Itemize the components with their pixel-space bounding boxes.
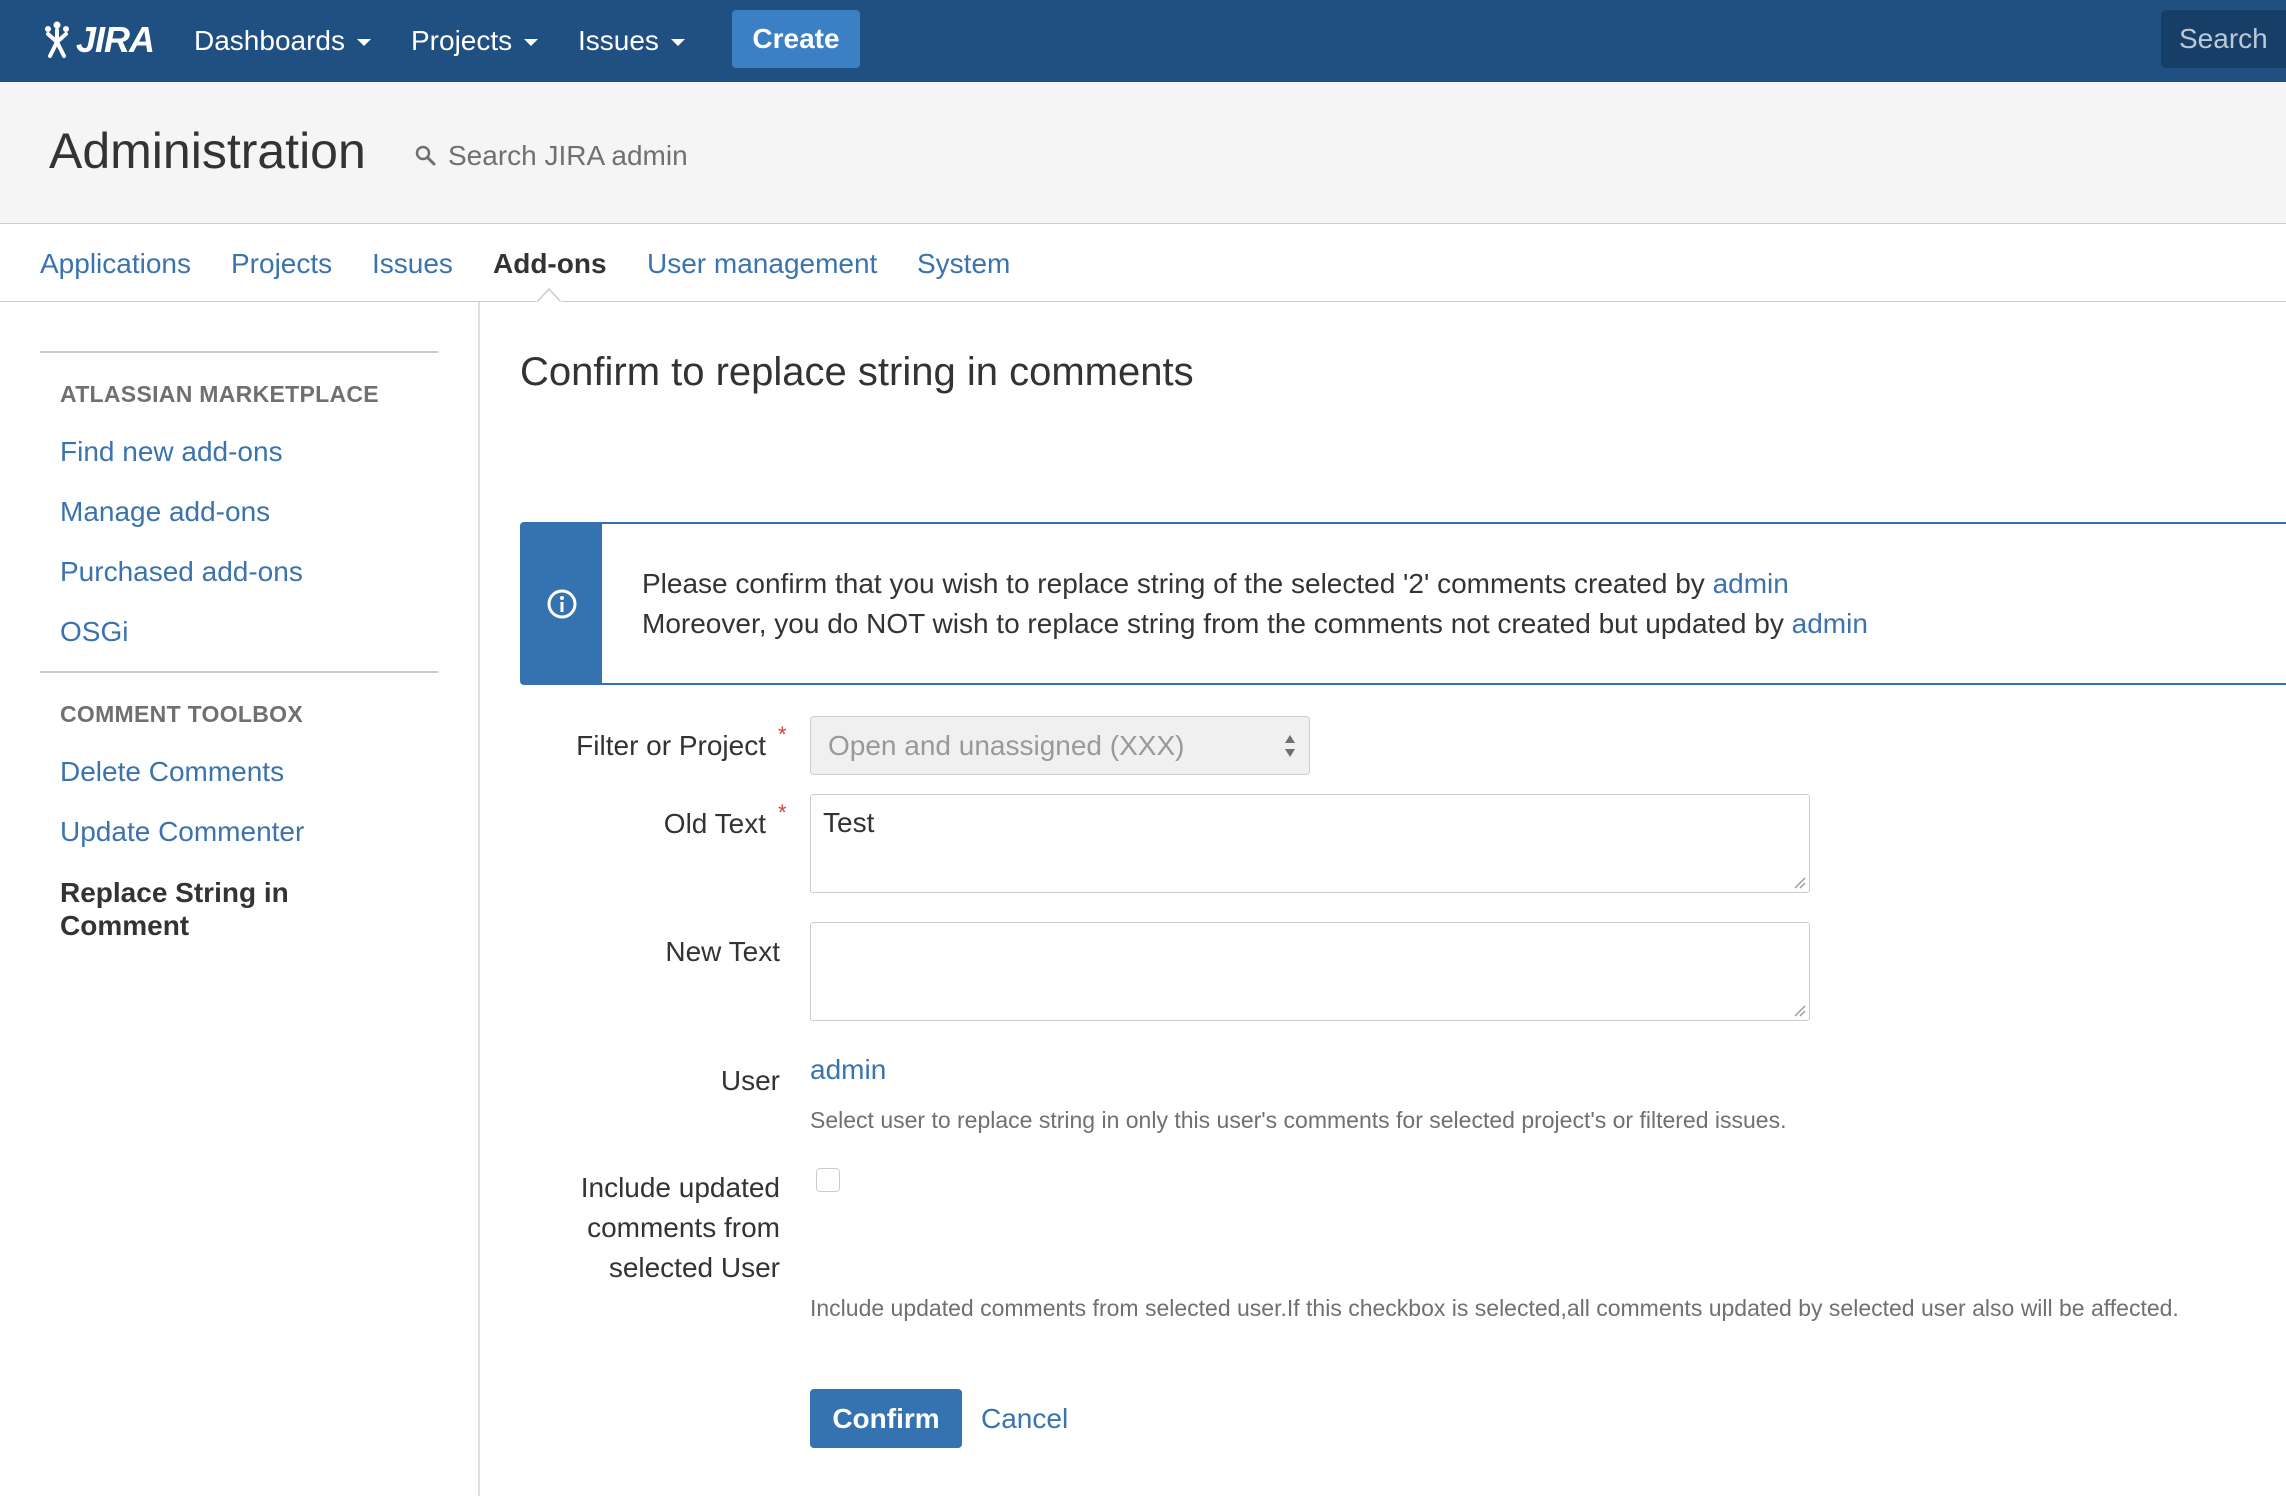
old-text-field[interactable]: Test <box>810 794 1810 893</box>
required-mark: * <box>778 722 787 747</box>
info-admin-link[interactable]: admin <box>1792 608 1868 639</box>
quick-search-input[interactable]: Search <box>2161 10 2286 68</box>
nav-dashboards[interactable]: Dashboards <box>194 0 371 82</box>
nav-projects-label: Projects <box>411 25 513 56</box>
info-line-1-text: Please confirm that you wish to replace … <box>642 568 1713 599</box>
admin-tabs: Applications Projects Issues Add-ons Use… <box>0 225 2286 302</box>
admin-header: Administration Search JIRA admin <box>0 82 2286 224</box>
required-mark: * <box>778 800 787 825</box>
tab-system[interactable]: System <box>917 225 1010 302</box>
create-button[interactable]: Create <box>732 10 860 68</box>
nav-projects[interactable]: Projects <box>411 0 539 82</box>
tab-user-management[interactable]: User management <box>647 225 877 302</box>
admin-search-placeholder: Search JIRA admin <box>448 140 688 171</box>
sidebar-heading-marketplace: ATLASSIAN MARKETPLACE <box>60 381 379 407</box>
user-label: User <box>720 1065 780 1096</box>
info-icon <box>547 589 577 619</box>
user-help-text: Select user to replace string in only th… <box>810 1107 1787 1133</box>
sidebar-divider <box>478 302 480 1496</box>
new-text-field[interactable] <box>810 922 1810 1021</box>
sidebar-item-update-commenter[interactable]: Update Commenter <box>60 816 304 848</box>
chevron-down-icon <box>524 39 539 46</box>
chevron-down-icon <box>670 39 685 46</box>
active-tab-pointer <box>536 287 562 303</box>
resize-grip-icon[interactable] <box>1792 1003 1806 1017</box>
info-line-2: Moreover, you do NOT wish to replace str… <box>642 608 1868 640</box>
select-arrows-icon <box>1285 735 1295 757</box>
sidebar-item-osgi[interactable]: OSGi <box>60 616 128 648</box>
info-message: Please confirm that you wish to replace … <box>520 522 2286 685</box>
include-updated-checkbox[interactable] <box>816 1168 840 1192</box>
info-line-2-text: Moreover, you do NOT wish to replace str… <box>642 608 1792 639</box>
jira-logo[interactable]: JIRA <box>42 18 155 62</box>
info-admin-link[interactable]: admin <box>1713 568 1789 599</box>
old-text-label: Old Text <box>663 808 766 839</box>
sidebar-heading-comment-toolbox: COMMENT TOOLBOX <box>60 701 304 727</box>
sidebar-divider-line <box>40 351 438 353</box>
info-line-1: Please confirm that you wish to replace … <box>642 568 1789 600</box>
sidebar-item-delete-comments[interactable]: Delete Comments <box>60 756 284 788</box>
user-picker-link[interactable]: admin <box>810 1054 886 1086</box>
resize-grip-icon[interactable] <box>1792 875 1806 889</box>
tab-applications[interactable]: Applications <box>40 225 191 302</box>
logo-text: JIRA <box>76 19 155 60</box>
top-navigation-bar: JIRA Dashboards Projects Issues Create S… <box>0 0 2286 82</box>
page-title: Administration <box>49 123 366 179</box>
search-icon <box>415 145 436 166</box>
sidebar-item-replace-string-in-comment[interactable]: Replace String in Comment <box>60 876 380 942</box>
filter-or-project-select[interactable]: Open and unassigned (XXX) <box>810 716 1310 775</box>
cancel-link[interactable]: Cancel <box>981 1403 1068 1435</box>
nav-issues[interactable]: Issues <box>578 0 685 82</box>
sidebar-divider-line <box>40 671 438 673</box>
sidebar-item-find-new-add-ons[interactable]: Find new add-ons <box>60 436 283 468</box>
content-title: Confirm to replace string in comments <box>520 350 1194 394</box>
filter-or-project-label: Filter or Project <box>576 730 766 761</box>
jira-logo-icon <box>45 21 69 58</box>
old-text-value: Test <box>823 807 875 838</box>
confirm-button[interactable]: Confirm <box>810 1389 962 1448</box>
sidebar-item-manage-add-ons[interactable]: Manage add-ons <box>60 496 270 528</box>
tab-projects[interactable]: Projects <box>231 225 332 302</box>
nav-issues-label: Issues <box>578 25 659 56</box>
chevron-down-icon <box>356 39 371 46</box>
admin-search-input[interactable]: Search JIRA admin <box>414 134 688 178</box>
info-stripe <box>522 524 602 683</box>
tab-issues[interactable]: Issues <box>372 225 453 302</box>
include-updated-label: Include updated comments from selected U… <box>580 1172 780 1283</box>
filter-or-project-value: Open and unassigned (XXX) <box>828 729 1185 761</box>
sidebar-item-purchased-add-ons[interactable]: Purchased add-ons <box>60 556 303 588</box>
include-updated-help-text: Include updated comments from selected u… <box>810 1295 2179 1321</box>
new-text-label: New Text <box>665 936 780 967</box>
nav-dashboards-label: Dashboards <box>194 25 345 56</box>
